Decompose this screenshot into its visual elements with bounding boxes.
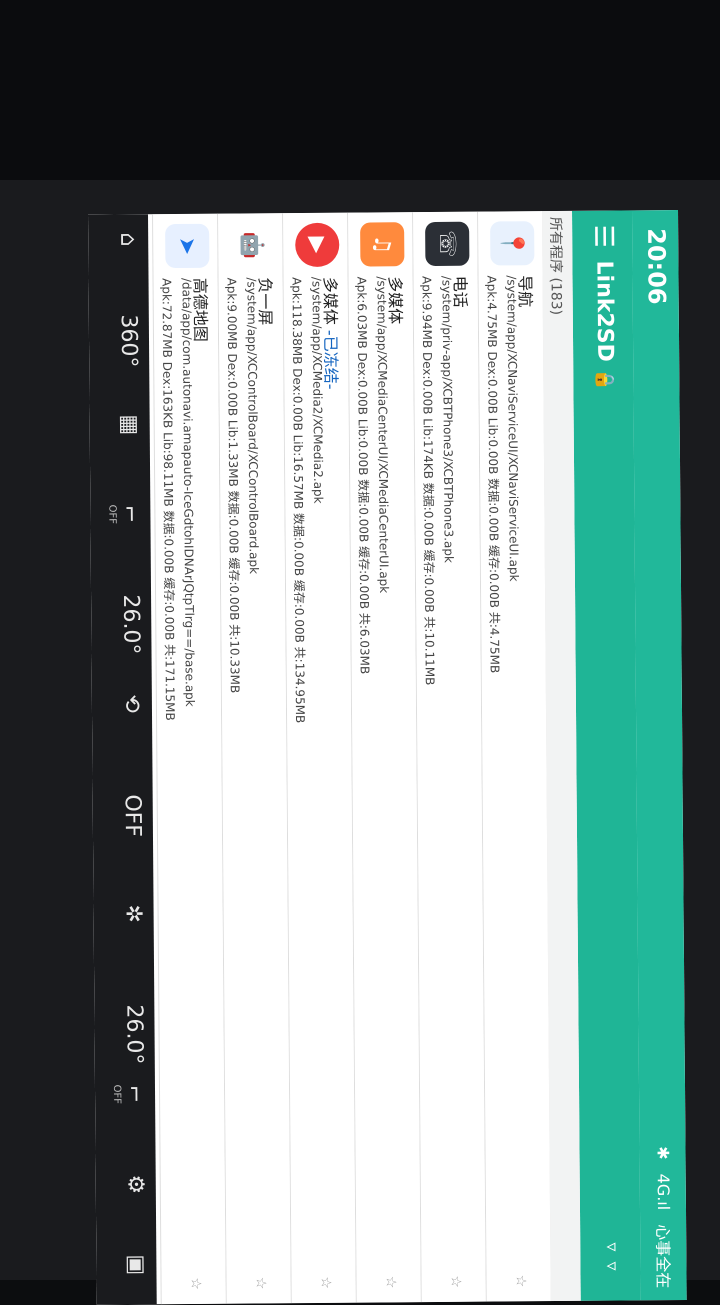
app-path: /data/app/com.autonavi.amapauto-IceGdtoh… <box>179 277 197 707</box>
seat-heat-left-button[interactable]: ⌐ OFF <box>106 504 142 524</box>
star-icon[interactable]: ☆ <box>253 1277 269 1290</box>
app-size-info: Apk:6.03MB Dex:0.00B Lib:0.00B 数据:0.00B … <box>354 276 372 675</box>
view-360-button[interactable]: 360° <box>116 314 141 367</box>
air-circulation-icon[interactable]: ⟲ <box>119 694 144 713</box>
app-title: Link2SD <box>591 260 618 362</box>
fan-mode-button[interactable]: OFF <box>120 794 145 837</box>
media2-app-icon: ▶ <box>295 222 340 268</box>
navigation-app-icon: 📍 <box>490 221 535 266</box>
carrier-label: 心事全在 <box>653 1224 673 1289</box>
filter-icon[interactable]: ▿▿ <box>601 1242 622 1280</box>
app-list-item[interactable]: ▶ 多媒体 -已冻结- /system/app/XCMedia2/XCMedia… <box>282 212 356 1304</box>
app-path: /system/app/XCControlBoard/XCControlBoar… <box>244 277 261 575</box>
car-screen: 20:06 ✱ 4G.ıl 心事全在 ☰ Link2SD 🔒 ▿▿ 所有程序 (… <box>88 210 687 1305</box>
app-list-item[interactable]: 🤖 负一屏 /system/app/XCControlBoard/XCContr… <box>217 213 291 1304</box>
app-path: /system/app/XCNaviServiceUI/XCNaviServic… <box>504 275 521 582</box>
app-path: /system/app/XCMedia2/XCMedia2.apk <box>309 276 326 504</box>
status-time: 20:06 <box>642 228 671 305</box>
signal-indicator: 4G.ıl <box>654 1173 674 1211</box>
status-right: ✱ 4G.ıl 心事全在 <box>651 1146 676 1288</box>
hamburger-menu-icon[interactable]: ☰ <box>588 224 618 248</box>
app-size-info: Apk:72.87MB Dex:163KB Lib:98.11MB 数据:0.0… <box>159 278 178 721</box>
app-list-item[interactable]: ♫ 多媒体 /system/app/XCMediaCenterUI/XCMedi… <box>347 212 421 1303</box>
photo-scene: 20:06 ✱ 4G.ıl 心事全在 ☰ Link2SD 🔒 ▿▿ 所有程序 (… <box>0 0 720 1305</box>
section-label: 所有程序 (183) <box>547 216 564 316</box>
app-list-item[interactable]: ☏ 电话 /system/priv-app/XCBTPhone3/XCBTPho… <box>412 211 486 1303</box>
app-size-info: Apk:9.00MB Dex:0.00B Lib:1.33MB 数据:0.00B… <box>224 277 242 694</box>
ac-auto-icon[interactable]: ✲ <box>121 904 146 923</box>
home-icon[interactable]: ⌂ <box>115 232 140 246</box>
temp-left[interactable]: 26.0° <box>118 594 143 654</box>
app-size-info: Apk:4.75MB Dex:0.00B Lib:0.00B 数据:0.00B … <box>484 275 502 674</box>
app-size-info: Apk:9.94MB Dex:0.00B Lib:174KB 数据:0.00B … <box>419 275 437 686</box>
star-icon[interactable]: ☆ <box>513 1275 529 1288</box>
vehicle-control-bar: ⌂ 360° ▦ ⌐ OFF 26.0° ⟲ OFF ✲ 26.0° ⌐ OFF ⚙… <box>88 214 157 1305</box>
app-list[interactable]: 📍 导航 /system/app/XCNaviServiceUI/XCNaviS… <box>152 211 551 1305</box>
android-app-icon: 🤖 <box>230 223 275 268</box>
seat-heat-right-button[interactable]: ⌐ OFF <box>111 1084 147 1104</box>
star-icon[interactable]: ☆ <box>383 1276 399 1289</box>
status-bar: 20:06 ✱ 4G.ıl 心事全在 <box>632 210 687 1301</box>
temp-right[interactable]: 26.0° <box>121 1004 146 1064</box>
star-icon[interactable]: ☆ <box>188 1277 204 1290</box>
lock-icon[interactable]: 🔒 <box>594 369 615 392</box>
star-icon[interactable]: ☆ <box>318 1276 334 1289</box>
screen-mode-icon[interactable]: ▣ <box>123 1254 148 1275</box>
media-app-icon: ♫ <box>360 222 405 267</box>
amap-app-icon: ➤ <box>165 223 210 269</box>
settings-gear-icon[interactable]: ⚙ <box>123 1174 148 1194</box>
app-toolbar: ☰ Link2SD 🔒 ▿▿ <box>572 210 641 1301</box>
bluetooth-icon: ✱ <box>653 1146 674 1160</box>
star-icon[interactable]: ☆ <box>448 1275 464 1288</box>
app-list-item[interactable]: ➤ 高德地图 /data/app/com.autonavi.amapauto-I… <box>152 213 226 1305</box>
phone-app-icon: ☏ <box>425 221 470 267</box>
app-size-info: Apk:118.38MB Dex:0.00B Lib:16.57MB 数据:0.… <box>289 277 308 724</box>
app-list-item[interactable]: 📍 导航 /system/app/XCNaviServiceUI/XCNaviS… <box>477 211 551 1302</box>
apps-grid-icon[interactable]: ▦ <box>117 414 142 435</box>
app-path: /system/app/XCMediaCenterUI/XCMediaCente… <box>374 276 392 594</box>
app-path: /system/priv-app/XCBTPhone3/XCBTPhone3.a… <box>439 275 456 563</box>
